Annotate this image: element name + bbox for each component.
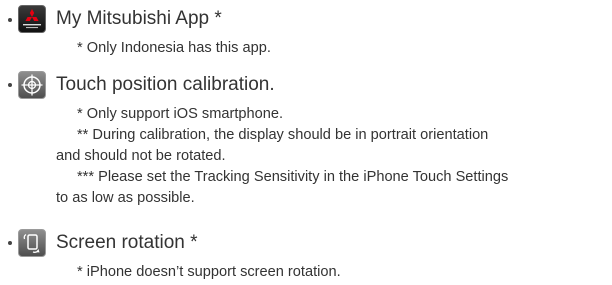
item-title: Screen rotation * <box>56 232 198 253</box>
bullet <box>8 18 12 22</box>
item-note: ** During calibration, the display shoul… <box>77 127 489 143</box>
item-note: to as low as possible. <box>56 190 195 206</box>
item-note: and should not be rotated. <box>56 148 226 164</box>
rotation-glyph <box>23 233 40 253</box>
item-title: My Mitsubishi App * <box>56 8 222 29</box>
bullet <box>8 241 12 245</box>
crosshair-icon <box>18 71 46 99</box>
item-note: * iPhone doesn’t support screen rotation… <box>77 264 341 280</box>
bullet <box>8 83 12 87</box>
item-note: *** Please set the Tracking Sensitivity … <box>77 169 509 185</box>
item-note: * Only Indonesia has this app. <box>77 40 271 56</box>
crosshair-glyph <box>21 74 43 96</box>
mitsubishi-app-icon <box>18 5 46 33</box>
item-note: * Only support iOS smartphone. <box>77 106 284 122</box>
screen-rotation-icon <box>18 229 46 257</box>
item-title: Touch position calibration. <box>56 74 275 95</box>
mitsubishi-logo-icon <box>23 9 41 29</box>
